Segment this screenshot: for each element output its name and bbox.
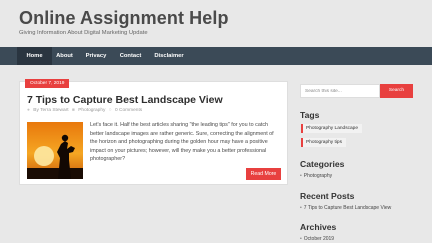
recent-posts-widget-title: Recent Posts <box>300 191 355 201</box>
archives-widget-title: Archives <box>300 222 337 232</box>
bullet-icon: • <box>300 236 302 242</box>
bullet-icon: • <box>300 173 302 179</box>
recent-post-item: • 7 Tips to Capture Best Landscape View <box>300 205 391 211</box>
categories-widget-title: Categories <box>300 159 345 169</box>
nav-contact[interactable]: Contact <box>116 47 145 65</box>
post-excerpt: Let's face it. Half the best articles sh… <box>90 122 274 162</box>
search-button[interactable]: Search <box>380 84 413 98</box>
nav-home[interactable]: Home <box>17 47 52 65</box>
search-input[interactable] <box>300 84 380 98</box>
tag-photography-tips[interactable]: Photography tips <box>301 138 347 147</box>
sunset-photographer-image <box>27 122 83 179</box>
post-meta: ● By Terra Stewart ■ Photography ○ 0 Com… <box>27 108 144 113</box>
archive-item-label[interactable]: October 2019 <box>304 236 334 242</box>
tags-widget-title: Tags <box>300 110 320 120</box>
bullet-icon: • <box>300 205 302 211</box>
user-icon: ● <box>27 108 30 113</box>
folder-icon: ■ <box>71 108 75 113</box>
comment-icon: ○ <box>108 108 112 113</box>
recent-post-item-label[interactable]: 7 Tips to Capture Best Landscape View <box>304 205 391 211</box>
post-date-badge[interactable]: October 7, 2019 <box>25 79 70 88</box>
site-description: Giving Information About Digital Marketi… <box>19 30 148 36</box>
site-title[interactable]: Online Assignment Help <box>19 8 229 29</box>
archive-item: • October 2019 <box>300 236 334 242</box>
tag-photography-landscape[interactable]: Photography Landscape <box>301 124 363 133</box>
post-category[interactable]: Photography <box>78 108 105 113</box>
post-author[interactable]: By Terra Stewart <box>33 108 68 113</box>
post-title[interactable]: 7 Tips to Capture Best Landscape View <box>27 94 223 106</box>
read-more-button[interactable]: Read More <box>246 168 281 180</box>
nav-privacy[interactable]: Privacy <box>83 47 109 65</box>
category-item: • Photography <box>300 173 332 179</box>
nav-disclaimer[interactable]: Disclaimer <box>152 47 186 65</box>
post-thumbnail[interactable] <box>27 122 83 179</box>
post-comments[interactable]: 0 Comments <box>115 108 142 113</box>
category-item-label[interactable]: Photography <box>304 173 332 179</box>
main-navigation: Home About Privacy Contact Disclaimer <box>0 47 432 65</box>
nav-about[interactable]: About <box>52 47 77 65</box>
